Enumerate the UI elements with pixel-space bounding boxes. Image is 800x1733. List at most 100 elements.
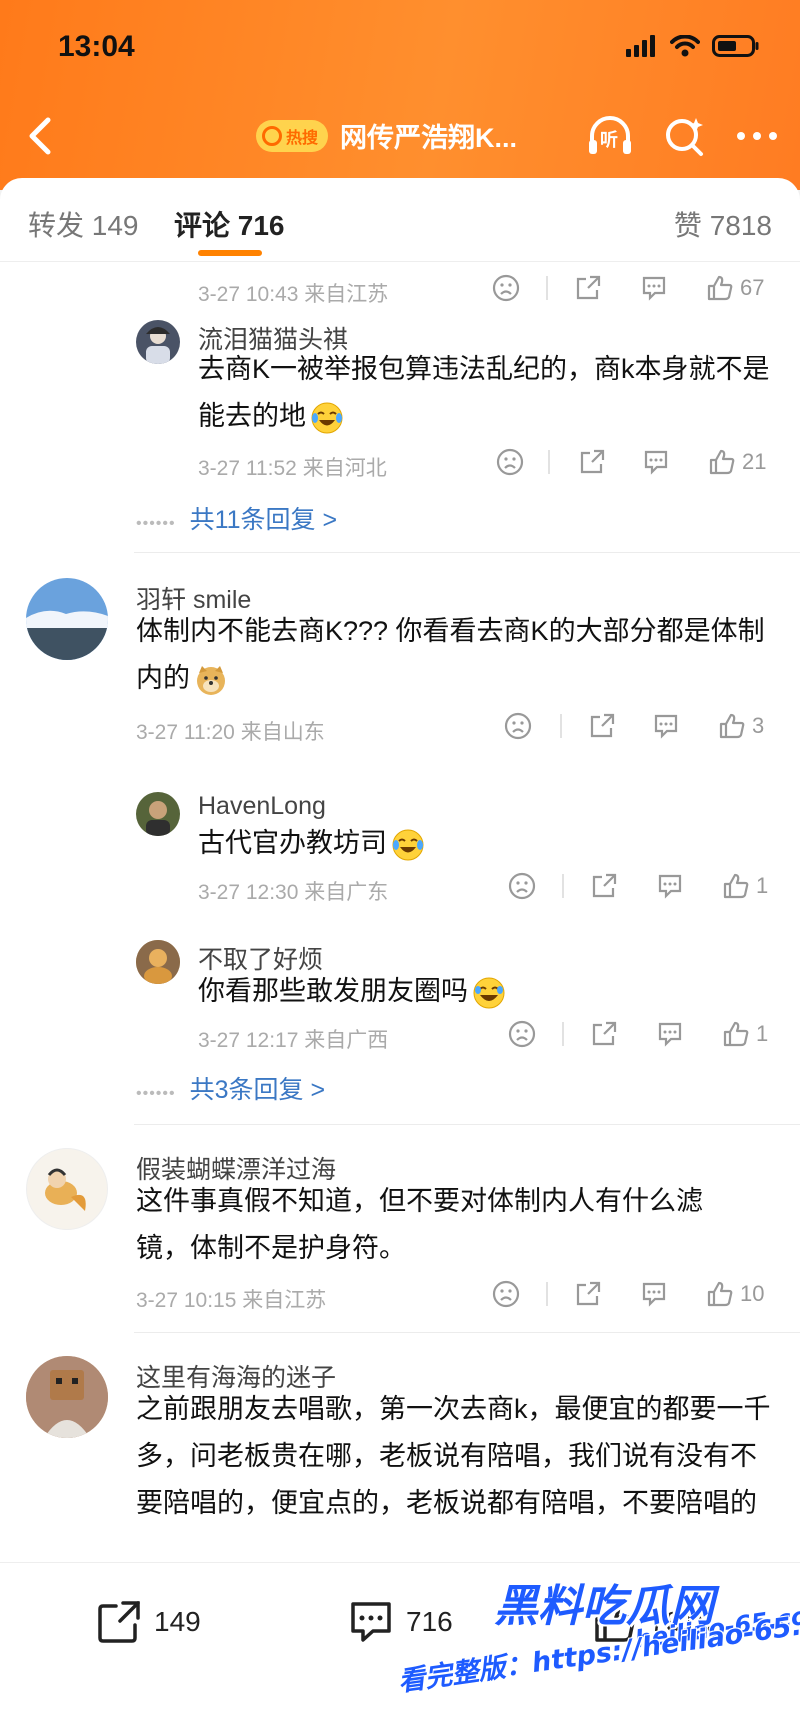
avatar[interactable]: [26, 1356, 108, 1438]
comment-icon: [642, 1282, 666, 1307]
status-time: 13:04: [58, 30, 135, 63]
divider: [134, 1124, 800, 1125]
avatar[interactable]: [136, 792, 180, 836]
like-button[interactable]: 3: [718, 712, 764, 740]
view-replies-link[interactable]: •••••• 共11条回复 >: [136, 500, 337, 536]
tab-repost[interactable]: 转发 149: [28, 204, 139, 244]
comment-text: 体制内不能去商K??? 你看看去商K的大部分都是体制内的: [136, 608, 784, 702]
share-icon: [576, 1281, 601, 1306]
share-button[interactable]: [588, 712, 616, 740]
tab-bar: 转发 149 评论 716 赞 7818: [0, 178, 800, 262]
search-icon[interactable]: [664, 115, 706, 157]
comment-meta: 3-27 11:20 来自山东: [136, 721, 325, 744]
active-tab-indicator: [198, 250, 262, 256]
dislike-button[interactable]: [492, 1280, 520, 1308]
like-count: 1: [756, 1021, 769, 1046]
avatar[interactable]: [26, 578, 108, 660]
like-button[interactable]: 1: [722, 1020, 768, 1048]
status-bar: 13:04: [58, 28, 760, 68]
comment-meta: 3-27 12:17 来自广西: [198, 1029, 389, 1052]
dislike-button[interactable]: [504, 712, 532, 740]
divider: [134, 1332, 800, 1333]
avatar-image: [26, 1356, 108, 1438]
dislike-face-icon: [508, 1020, 536, 1048]
avatar-image: [26, 578, 108, 660]
comment-icon: [642, 276, 666, 301]
signal-icon: [626, 35, 655, 57]
navigation-bar: 热搜 网传严浩翔K... 听: [0, 108, 800, 164]
back-arrow-icon[interactable]: [22, 114, 62, 158]
comment-icon: [644, 450, 668, 475]
thumbs-up-icon: [595, 1602, 636, 1642]
reply-button[interactable]: [652, 712, 680, 740]
like-button[interactable]: 21: [708, 448, 766, 476]
avatar[interactable]: [136, 940, 180, 984]
reply-button[interactable]: [656, 1020, 684, 1048]
reply-button[interactable]: [642, 448, 670, 476]
thumbs-up-icon: [723, 873, 749, 899]
laughing-crying-emoji-icon: [392, 829, 424, 861]
bottom-comment-count: 716: [406, 1606, 453, 1637]
comment-icon: [654, 714, 678, 739]
share-button[interactable]: [578, 448, 606, 476]
thumbs-up-icon: [719, 713, 745, 739]
like-button[interactable]: 10: [706, 1280, 764, 1308]
dislike-face-icon: [504, 712, 532, 740]
comment-icon: [658, 1022, 682, 1047]
comment-text: 你看那些敢发朋友圈吗: [198, 968, 778, 1015]
divider: [134, 552, 800, 553]
share-icon: [580, 449, 605, 474]
hot-search-icon: [262, 125, 282, 146]
avatar[interactable]: [26, 1148, 108, 1230]
comment-meta: 3-27 10:43 来自江苏: [198, 283, 389, 306]
battery-icon: [712, 35, 759, 57]
bottom-like-button[interactable]: 7818: [592, 1599, 712, 1645]
avatar-image: [146, 327, 170, 364]
dislike-button[interactable]: [508, 1020, 536, 1048]
tab-comment[interactable]: 评论 716: [174, 204, 285, 244]
topic-title-area[interactable]: 热搜 网传严浩翔K...: [256, 116, 517, 155]
share-button[interactable]: [590, 1020, 618, 1048]
share-icon: [592, 873, 617, 898]
tears-of-joy-emoji-icon: [473, 977, 505, 1009]
share-icon: [592, 1021, 617, 1046]
share-button[interactable]: [574, 1280, 602, 1308]
view-replies-link[interactable]: •••••• 共3条回复 >: [136, 1070, 325, 1106]
bottom-repost-button[interactable]: 149: [96, 1599, 201, 1645]
reply-button[interactable]: [640, 274, 668, 302]
reply-button[interactable]: [656, 872, 684, 900]
like-count: 3: [752, 713, 765, 738]
page-title: 网传严浩翔K...: [340, 123, 518, 153]
share-icon: [98, 1601, 140, 1643]
more-icon[interactable]: [736, 130, 778, 142]
laughing-crying-emoji-icon: [311, 402, 343, 434]
dislike-button[interactable]: [492, 274, 520, 302]
avatar[interactable]: [136, 320, 180, 364]
avatar-image: [45, 1168, 86, 1211]
share-icon: [576, 275, 601, 300]
listen-button[interactable]: 听: [586, 114, 634, 158]
listen-label: 听: [600, 130, 618, 150]
dislike-button[interactable]: [496, 448, 524, 476]
like-count: 1: [756, 873, 769, 898]
header-background: 13:04 热搜 网传严浩翔K... 听: [0, 0, 800, 190]
comment-text: 这件事真假不知道，但不要对体制内人有什么滤镜，体制不是护身符。: [136, 1186, 703, 1263]
comment-icon: [351, 1602, 391, 1642]
doge-emoji-icon: [197, 665, 225, 695]
dislike-button[interactable]: [508, 872, 536, 900]
tab-like[interactable]: 赞 7818: [674, 204, 772, 244]
reply-button[interactable]: [640, 1280, 668, 1308]
bottom-repost-count: 149: [154, 1606, 201, 1637]
wifi-icon: [670, 35, 700, 57]
like-button[interactable]: 1: [722, 872, 768, 900]
bottom-comment-button[interactable]: 716: [348, 1599, 453, 1645]
dislike-face-icon: [496, 448, 524, 476]
dislike-face-icon: [492, 274, 520, 302]
share-button[interactable]: [590, 872, 618, 900]
username[interactable]: HavenLong: [198, 792, 326, 821]
share-button[interactable]: [574, 274, 602, 302]
thumbs-up-icon: [723, 1021, 749, 1047]
comment-meta: 3-27 12:30 来自广东: [198, 881, 389, 904]
dislike-face-icon: [492, 1280, 520, 1308]
like-button[interactable]: 67: [706, 274, 764, 302]
